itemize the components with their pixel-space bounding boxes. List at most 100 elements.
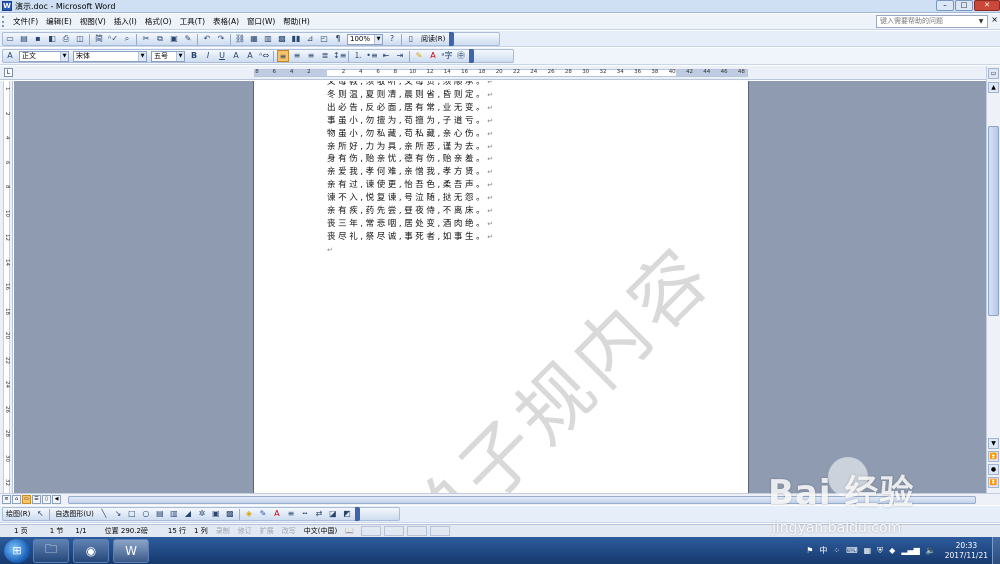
menu-insert[interactable]: 插入(I) xyxy=(110,16,141,27)
flag-icon[interactable]: ⚑ xyxy=(806,546,813,555)
columns-icon[interactable]: ▮▮ xyxy=(290,33,302,45)
show-hide-marks-icon[interactable]: ¶ xyxy=(332,33,344,45)
help-icon[interactable]: ? xyxy=(386,33,398,45)
document-line[interactable]: 冬则温,夏则凊,晨则省,昏则定。↵ xyxy=(327,89,493,102)
toolbar-options-button[interactable] xyxy=(469,49,474,63)
tab-selector[interactable]: L xyxy=(4,68,13,77)
word-app-icon[interactable]: W xyxy=(2,1,12,11)
decrease-indent-icon[interactable]: ⇤ xyxy=(380,50,392,62)
numbering-icon[interactable]: ⒈ xyxy=(352,50,364,62)
insert-table-icon[interactable]: ▥ xyxy=(262,33,274,45)
style-select[interactable]: 正文 ▼ xyxy=(19,50,69,62)
menu-table[interactable]: 表格(A) xyxy=(209,16,243,27)
document-line[interactable]: ↵ xyxy=(327,244,493,257)
document-line[interactable]: 父母教,须敬听,父母责,须顺承。↵ xyxy=(327,81,493,89)
taskbar-explorer-icon[interactable]: 🗀 xyxy=(33,538,69,563)
research-icon[interactable]: ⌕ xyxy=(121,33,133,45)
insert-picture-icon[interactable]: ▩ xyxy=(224,508,236,520)
align-right-icon[interactable]: ≡ xyxy=(305,50,317,62)
document-body[interactable]: 父母教,须敬听,父母责,须顺承。↵ 冬则温,夏则凊,晨则省,昏则定。↵ 出必告,反必… xyxy=(327,81,493,257)
increase-indent-icon[interactable]: ⇥ xyxy=(394,50,406,62)
italic-icon[interactable]: I xyxy=(202,50,214,62)
maximize-button[interactable]: □ xyxy=(955,0,973,11)
insert-excel-icon[interactable]: ▩ xyxy=(276,33,288,45)
rectangle-tool-icon[interactable]: □ xyxy=(126,508,138,520)
underline-icon[interactable]: U xyxy=(216,50,228,62)
reading-layout-icon[interactable]: ▯ xyxy=(42,495,51,504)
menu-help[interactable]: 帮助(H) xyxy=(279,16,314,27)
line-style-icon[interactable]: ≡ xyxy=(285,508,297,520)
font-select[interactable]: 宋体 ▼ xyxy=(73,50,147,62)
drawing-icon[interactable]: ⊿ xyxy=(304,33,316,45)
dash-style-icon[interactable]: ┅ xyxy=(299,508,311,520)
document-line[interactable]: 亲有过,谏使更,怡吾色,柔吾声。↵ xyxy=(327,179,493,192)
diagram-icon[interactable]: ✲ xyxy=(196,508,208,520)
document-line[interactable]: 谏不入,悦复谏,号泣随,挞无怨。↵ xyxy=(327,192,493,205)
hyperlink-icon[interactable]: ⛓ xyxy=(234,33,246,45)
menu-grip[interactable] xyxy=(2,16,6,27)
document-line[interactable]: 丧尽礼,祭尽诚,事死者,如事生。↵ xyxy=(327,231,493,244)
bullets-icon[interactable]: •≡ xyxy=(366,50,378,62)
styles-icon[interactable]: A xyxy=(4,50,16,62)
document-line[interactable]: 事虽小,勿擅为,苟擅为,子道亏。↵ xyxy=(327,115,493,128)
close-button[interactable]: ✕ xyxy=(974,0,1000,11)
browse-object-icon[interactable]: ● xyxy=(988,464,999,475)
paste-icon[interactable]: ▣ xyxy=(168,33,180,45)
simp-trad-convert-button[interactable]: 简 xyxy=(93,33,105,45)
line-color-icon[interactable]: ✎ xyxy=(257,508,269,520)
oval-tool-icon[interactable]: ○ xyxy=(140,508,152,520)
status-record[interactable]: 录制 xyxy=(212,526,234,536)
normal-view-icon[interactable]: ≡ xyxy=(2,495,11,504)
ime-mode-icon[interactable]: ⁘ xyxy=(833,546,840,555)
justify-left-icon[interactable]: ≡ xyxy=(277,50,289,62)
app-tray-icon[interactable]: ◆ xyxy=(889,546,895,555)
chevron-down-icon[interactable]: ▼ xyxy=(374,34,382,44)
outline-view-icon[interactable]: ☰ xyxy=(32,495,41,504)
volume-icon[interactable]: 🔈 xyxy=(926,546,936,555)
font-color-icon[interactable]: A xyxy=(427,50,439,62)
autoshapes-button[interactable]: 自选图形(U) xyxy=(52,509,97,519)
vertical-text-box-icon[interactable]: ▥ xyxy=(168,508,180,520)
ime-indicator[interactable]: 中 xyxy=(819,545,827,556)
shadow-style-icon[interactable]: ◪ xyxy=(327,508,339,520)
next-page-icon[interactable]: ⏬ xyxy=(988,477,999,488)
draw-font-color-icon[interactable]: A xyxy=(271,508,283,520)
clip-art-icon[interactable]: ▣ xyxy=(210,508,222,520)
minimize-button[interactable]: – xyxy=(936,0,954,11)
scroll-thumb[interactable] xyxy=(988,126,999,316)
horizontal-scroll-thumb[interactable] xyxy=(68,496,976,504)
print-preview-icon[interactable]: ◫ xyxy=(74,33,86,45)
fill-color-icon[interactable]: ◈ xyxy=(243,508,255,520)
print-layout-icon[interactable]: ▭ xyxy=(22,495,31,504)
wordart-icon[interactable]: ◢ xyxy=(182,508,194,520)
toolbar-options-button[interactable] xyxy=(449,32,455,46)
horizontal-scrollbar[interactable]: ≡ ⌂ ▭ ☰ ▯ ◀ xyxy=(0,493,1000,505)
menu-window[interactable]: 窗口(W) xyxy=(243,16,279,27)
distributed-icon[interactable]: ≣ xyxy=(319,50,331,62)
document-map-icon[interactable]: ◰ xyxy=(318,33,330,45)
select-objects-icon[interactable]: ↖ xyxy=(34,508,46,520)
document-line[interactable]: 出必告,反必面,居有常,业无变。↵ xyxy=(327,102,493,115)
document-line[interactable]: 亲有疾,药先尝,昼夜侍,不离床。↵ xyxy=(327,205,493,218)
format-painter-icon[interactable]: ✎ xyxy=(182,33,194,45)
zoom-select[interactable]: 100% ▼ xyxy=(347,33,383,45)
network-icon[interactable]: ▂▄▆ xyxy=(901,546,919,555)
copy-icon[interactable]: ⧉ xyxy=(154,33,166,45)
help-search-input[interactable]: 键入需要帮助的问题 ▼ xyxy=(876,15,988,28)
security-shield-icon[interactable]: ⛨ xyxy=(877,546,883,556)
chevron-down-icon[interactable]: ▼ xyxy=(138,51,146,61)
ruler-toggle-icon[interactable]: ▭ xyxy=(988,68,999,79)
spelling-status-icon[interactable]: 📖 xyxy=(341,527,358,535)
vertical-ruler[interactable]: 1 2 4 6 8 10 12 14 16 18 20 22 24 26 28 30 32 xyxy=(0,81,13,493)
vertical-scrollbar[interactable]: ▭ ▲ ▼ ⏫ ● ⏬ xyxy=(986,66,1000,493)
grid-icon[interactable]: ▦ xyxy=(864,546,872,555)
undo-icon[interactable]: ↶ xyxy=(201,33,213,45)
menu-edit[interactable]: 编辑(E) xyxy=(42,16,76,27)
save-icon[interactable]: ▪ xyxy=(32,33,44,45)
draw-menu-button[interactable]: 绘图(R) xyxy=(3,509,33,519)
char-border-icon[interactable]: A xyxy=(230,50,242,62)
document-page[interactable]: 父母教,须敬听,父母责,须顺承。↵ 冬则温,夏则凊,晨则省,昏则定。↵ 出必告,反必… xyxy=(253,81,749,493)
chevron-down-icon[interactable]: ▼ xyxy=(976,16,986,27)
scroll-left-arrow-icon[interactable]: ◀ xyxy=(52,495,61,504)
arrow-tool-icon[interactable]: ↘ xyxy=(112,508,124,520)
